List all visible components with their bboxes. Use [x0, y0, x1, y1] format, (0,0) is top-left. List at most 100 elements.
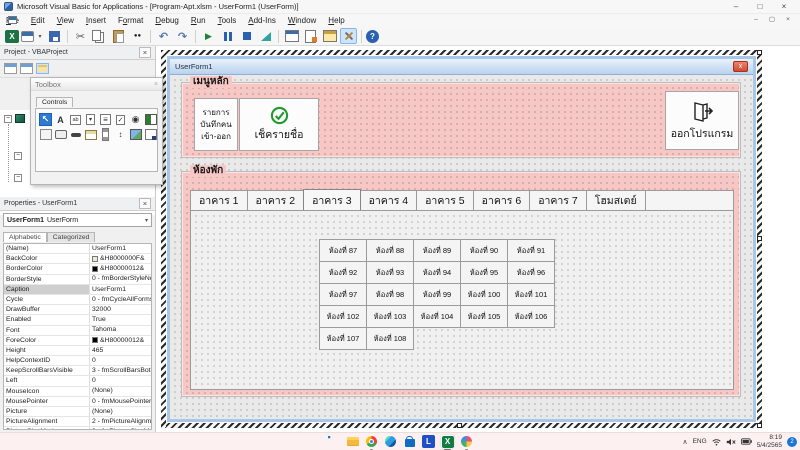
Enabled[interactable]: Enabled True	[4, 315, 151, 325]
menu-item[interactable]: Run	[185, 14, 212, 27]
paint-icon[interactable]	[460, 435, 473, 448]
building-tab[interactable]: โฮมสเตย์	[587, 191, 646, 210]
copy-icon[interactable]	[91, 28, 108, 44]
PictureSizeMode[interactable]: PictureSizeMode 0 - fmPictureSizeMo	[4, 427, 151, 430]
refedit-icon[interactable]	[144, 128, 157, 141]
combobox-icon[interactable]	[84, 113, 97, 126]
language-indicator[interactable]: ENG	[693, 438, 707, 445]
togglebutton-icon[interactable]	[144, 113, 157, 126]
room-button[interactable]: ห้องที่ 95	[460, 261, 508, 284]
menu-item[interactable]: Tools	[212, 14, 243, 27]
room-button[interactable]: ห้องที่ 107	[319, 327, 367, 350]
edge-icon[interactable]	[384, 435, 397, 448]
room-button[interactable]: ห้องที่ 101	[507, 283, 555, 306]
save-icon[interactable]	[46, 28, 63, 44]
image-icon[interactable]	[129, 128, 142, 141]
menu-item[interactable]: View	[51, 14, 80, 27]
textbox-icon[interactable]	[69, 113, 82, 126]
run-icon[interactable]: ▶	[200, 28, 217, 44]
room-button[interactable]: ห้องที่ 103	[366, 305, 414, 328]
paste-icon[interactable]	[110, 28, 127, 44]
room-button[interactable]: ห้องที่ 100	[460, 283, 508, 306]
room-button[interactable]: ห้องที่ 93	[366, 261, 414, 284]
building-tab[interactable]: อาคาร 5	[417, 191, 474, 210]
room-button[interactable]: ห้องที่ 106	[507, 305, 555, 328]
start-button-icon[interactable]	[327, 435, 340, 448]
checkbox-icon[interactable]	[114, 113, 127, 126]
room-button[interactable]: ห้องที่ 104	[413, 305, 461, 328]
file-explorer-icon[interactable]	[346, 435, 359, 448]
minimize-button[interactable]: –	[724, 0, 748, 13]
room-button[interactable]: ห้องที่ 88	[366, 239, 414, 262]
view-object-icon[interactable]	[20, 63, 33, 74]
log-inout-button[interactable]: รายการ บันทึกคน เข้า-ออก	[194, 98, 238, 151]
insert-userform-icon[interactable]	[21, 31, 34, 42]
properties-window-icon[interactable]	[302, 28, 319, 44]
insert-userform-dropdown-icon[interactable]: ▾	[36, 28, 44, 44]
close-button[interactable]: ×	[772, 0, 796, 13]
PictureAlignment[interactable]: PictureAlignment 2 - fmPictureAlignm	[4, 417, 151, 427]
resize-handle[interactable]	[757, 423, 762, 428]
frame-icon[interactable]	[39, 128, 52, 141]
select-objects-icon[interactable]	[39, 113, 52, 126]
scrollbar-icon[interactable]	[99, 128, 112, 141]
toolbox-controls-tab[interactable]: Controls	[36, 97, 73, 107]
exit-program-button[interactable]: ออกโปรแกรม	[665, 91, 739, 150]
tabstrip-icon[interactable]	[69, 128, 82, 141]
menu-item[interactable]: Edit	[25, 14, 51, 27]
find-icon[interactable]: ●●	[129, 28, 146, 44]
building-tab[interactable]: อาคาร 4	[361, 191, 418, 210]
project-explorer-icon[interactable]	[283, 28, 300, 44]
expand-collapse-icon[interactable]: −	[4, 115, 12, 123]
BorderColor[interactable]: BorderColor &H80000012&	[4, 264, 151, 274]
userform-close-icon[interactable]: x	[733, 61, 748, 72]
object-browser-icon[interactable]	[321, 28, 338, 44]
Cycle[interactable]: Cycle 0 - fmCycleAllForms	[4, 295, 151, 305]
Caption[interactable]: Caption UserForm1	[4, 285, 151, 295]
toolbox-icon[interactable]	[340, 28, 357, 44]
BackColor[interactable]: BackColor &H8000000F&	[4, 254, 151, 264]
userform-client[interactable]: เมนูหลัก รายการ บันทึกคน เข้า-ออก เช็ครา…	[170, 75, 753, 419]
(Name)[interactable]: (Name) UserForm1	[4, 244, 151, 254]
project-panel-close-icon[interactable]: ×	[139, 47, 151, 58]
cut-icon[interactable]: ✂	[72, 28, 89, 44]
MouseIcon[interactable]: MouseIcon (None)	[4, 387, 151, 397]
room-button[interactable]: ห้องที่ 105	[460, 305, 508, 328]
listbox-icon[interactable]	[99, 113, 112, 126]
room-button[interactable]: ห้องที่ 102	[319, 305, 367, 328]
break-icon[interactable]	[219, 28, 236, 44]
battery-icon[interactable]	[741, 438, 752, 445]
main-menu-frame[interactable]: เมนูหลัก รายการ บันทึกคน เข้า-ออก เช็ครา…	[181, 82, 741, 158]
optionbutton-icon[interactable]	[129, 113, 142, 126]
menu-item[interactable]: Debug	[149, 14, 185, 27]
selection-border[interactable]	[161, 50, 762, 55]
room-button[interactable]: ห้องที่ 89	[413, 239, 461, 262]
commandbutton-icon[interactable]	[54, 128, 67, 141]
properties-panel-close-icon[interactable]: ×	[139, 198, 151, 209]
rooms-frame[interactable]: ห้องพัก อาคาร 1อาคาร 2อาคาร 3อาคาร 4อาคา…	[181, 171, 741, 397]
room-button[interactable]: ห้องที่ 94	[413, 261, 461, 284]
BorderStyle[interactable]: BorderStyle 0 - fmBorderStyleNo	[4, 275, 151, 285]
building-tab[interactable]: อาคาร 6	[474, 191, 531, 210]
room-button[interactable]: ห้องที่ 92	[319, 261, 367, 284]
ForeColor[interactable]: ForeColor &H80000012&	[4, 336, 151, 346]
menu-item[interactable]: Format	[112, 14, 149, 27]
room-button[interactable]: ห้องที่ 91	[507, 239, 555, 262]
spinbutton-icon[interactable]	[114, 128, 127, 141]
Font[interactable]: Font Tahoma	[4, 326, 151, 336]
notification-badge[interactable]: 2	[787, 437, 797, 447]
room-button[interactable]: ห้องที่ 99	[413, 283, 461, 306]
redo-icon[interactable]: ↷	[174, 28, 191, 44]
properties-tab[interactable]: Categorized	[47, 232, 96, 242]
undo-icon[interactable]: ↶	[155, 28, 172, 44]
userform-titlebar[interactable]: UserForm1 x	[170, 59, 753, 75]
room-button[interactable]: ห้องที่ 97	[319, 283, 367, 306]
room-button[interactable]: ห้องที่ 98	[366, 283, 414, 306]
userform-window[interactable]: UserForm1 x เมนูหลัก รายการ บันทึกคน เข้…	[167, 56, 756, 422]
Picture[interactable]: Picture (None)	[4, 407, 151, 417]
room-button[interactable]: ห้องที่ 87	[319, 239, 367, 262]
label-icon[interactable]	[54, 113, 67, 126]
room-button[interactable]: ห้องที่ 108	[366, 327, 414, 350]
building-tab[interactable]: อาคาร 3	[303, 189, 361, 210]
expand-collapse-icon[interactable]: −	[14, 152, 22, 160]
